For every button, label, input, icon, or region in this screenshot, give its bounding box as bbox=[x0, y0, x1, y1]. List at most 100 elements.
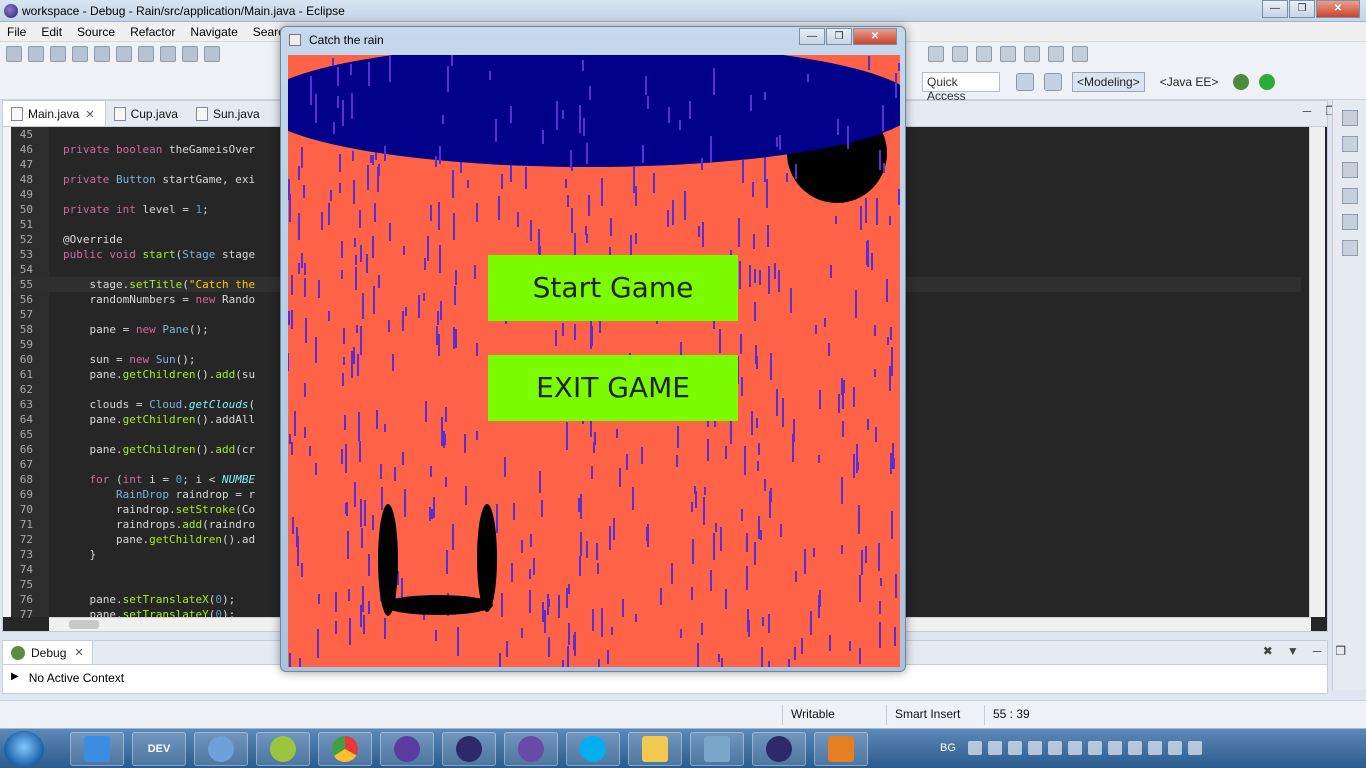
taskbar-app-1[interactable] bbox=[70, 732, 124, 766]
tab-debug[interactable]: Debug ✕ bbox=[3, 640, 93, 665]
line-number: 74 bbox=[19, 563, 33, 576]
back-icon[interactable] bbox=[1024, 46, 1040, 62]
perspective-java-ee[interactable]: <Java EE> bbox=[1155, 72, 1224, 92]
taskbar-app-12[interactable] bbox=[752, 732, 806, 766]
debug-context-row[interactable]: ▶ No Active Context bbox=[11, 671, 124, 685]
taskbar-app-7[interactable] bbox=[442, 732, 496, 766]
minimize-view-icon[interactable]: ─ bbox=[1303, 104, 1312, 118]
step-over-icon[interactable] bbox=[204, 46, 220, 62]
perspective-modeling[interactable]: <Modeling> bbox=[1072, 72, 1145, 92]
disconnect-icon[interactable] bbox=[160, 46, 176, 62]
game-canvas[interactable]: Start Game EXIT GAME bbox=[288, 55, 900, 667]
next-annotation-icon[interactable] bbox=[976, 46, 992, 62]
annotation-icon[interactable] bbox=[928, 46, 944, 62]
quick-access-field[interactable]: Quick Access bbox=[922, 72, 1000, 103]
start-button[interactable] bbox=[4, 731, 44, 767]
tray-icon[interactable] bbox=[987, 741, 1002, 755]
skip-breakpoints-icon[interactable] bbox=[72, 46, 88, 62]
tab-label: Debug bbox=[31, 645, 67, 660]
run-icon[interactable] bbox=[1259, 74, 1276, 90]
game-window-title: Catch the rain bbox=[309, 33, 384, 47]
start-game-button[interactable]: Start Game bbox=[488, 255, 738, 321]
volume-icon[interactable] bbox=[1187, 741, 1202, 755]
menu-source[interactable]: Source bbox=[70, 22, 123, 41]
language-indicator[interactable]: BG bbox=[940, 742, 956, 754]
close-button[interactable]: ✕ bbox=[1316, 0, 1360, 18]
tab-cup-java[interactable]: Cup.java bbox=[106, 101, 188, 127]
terminate-icon[interactable] bbox=[138, 46, 154, 62]
tray-icon[interactable] bbox=[1147, 741, 1162, 755]
tray-icon[interactable] bbox=[1007, 741, 1022, 755]
cup-bottom bbox=[383, 595, 493, 615]
tray-icon[interactable] bbox=[1047, 741, 1062, 755]
window-controls: — ❐ ✕ bbox=[1261, 0, 1360, 18]
tray-icon[interactable] bbox=[1067, 741, 1082, 755]
minimize-view-icon[interactable]: ─ bbox=[1313, 644, 1322, 658]
tray-icon[interactable] bbox=[1107, 741, 1122, 755]
taskbar-app-4[interactable] bbox=[256, 732, 310, 766]
close-button[interactable]: ✕ bbox=[853, 28, 897, 45]
toggle-icon[interactable] bbox=[952, 46, 968, 62]
suspend-icon[interactable] bbox=[116, 46, 132, 62]
maximize-button[interactable]: ❐ bbox=[826, 28, 852, 45]
line-number: 76 bbox=[19, 593, 33, 606]
network-icon[interactable] bbox=[1167, 741, 1182, 755]
restore-icon[interactable] bbox=[1341, 162, 1358, 178]
taskbar-app-10[interactable] bbox=[628, 732, 682, 766]
maximize-view-icon[interactable]: ❐ bbox=[1335, 644, 1346, 658]
minimize-button[interactable]: — bbox=[1262, 0, 1288, 18]
step-into-icon[interactable] bbox=[182, 46, 198, 62]
close-tab-icon[interactable]: ✕ bbox=[85, 108, 94, 121]
console-icon[interactable] bbox=[1341, 240, 1358, 256]
prev-annotation-icon[interactable] bbox=[1000, 46, 1016, 62]
line-number: 49 bbox=[19, 188, 33, 201]
status-writable: Writable bbox=[791, 707, 835, 721]
debug-run-icon[interactable] bbox=[1233, 74, 1250, 90]
exit-game-button[interactable]: EXIT GAME bbox=[488, 355, 738, 421]
taskbar-app-8[interactable] bbox=[504, 732, 558, 766]
taskbar-app-dev[interactable]: DEV bbox=[132, 732, 186, 766]
menu-file[interactable]: File bbox=[0, 22, 34, 41]
taskbar-app-3[interactable] bbox=[194, 732, 248, 766]
open-perspective-icon[interactable] bbox=[1016, 73, 1034, 91]
taskbar-app-5[interactable] bbox=[318, 732, 372, 766]
tray-icon[interactable] bbox=[1027, 741, 1042, 755]
restore-icon[interactable] bbox=[1341, 214, 1358, 230]
resume-icon[interactable] bbox=[94, 46, 110, 62]
scrollbar-thumb[interactable] bbox=[69, 620, 99, 629]
view-menu-icon[interactable]: ▼ bbox=[1287, 644, 1299, 658]
restore-icon[interactable] bbox=[1341, 110, 1358, 126]
tab-sun-java[interactable]: Sun.java bbox=[188, 101, 270, 127]
back-arrow-icon[interactable] bbox=[1048, 46, 1064, 62]
outline-icon[interactable] bbox=[1341, 136, 1358, 152]
tray-icon[interactable] bbox=[1127, 741, 1142, 755]
code-text: private int level = 1; bbox=[63, 203, 209, 216]
remove-terminated-icon[interactable]: ✖ bbox=[1263, 644, 1273, 658]
taskbar-app-9[interactable] bbox=[566, 732, 620, 766]
taskbar-app-11[interactable] bbox=[690, 732, 744, 766]
vertical-scrollbar[interactable] bbox=[1309, 127, 1325, 617]
taskbar-app-13[interactable] bbox=[814, 732, 868, 766]
new-icon[interactable] bbox=[6, 46, 22, 62]
forward-arrow-icon[interactable] bbox=[1072, 46, 1088, 62]
minimize-button[interactable]: — bbox=[799, 28, 825, 45]
menu-edit[interactable]: Edit bbox=[34, 22, 70, 41]
tray-icon[interactable] bbox=[967, 741, 982, 755]
tray-icon[interactable] bbox=[1087, 741, 1102, 755]
tab-main-java[interactable]: Main.java ✕ bbox=[3, 101, 106, 127]
save-all-icon[interactable] bbox=[50, 46, 66, 62]
line-number: 57 bbox=[19, 308, 33, 321]
close-tab-icon[interactable]: ✕ bbox=[74, 646, 83, 659]
menu-navigate[interactable]: Navigate bbox=[183, 22, 245, 41]
menu-refactor[interactable]: Refactor bbox=[123, 22, 183, 41]
expand-arrow-icon[interactable]: ▶ bbox=[11, 671, 19, 685]
task-list-icon[interactable] bbox=[1341, 188, 1358, 204]
taskbar-app-6[interactable] bbox=[380, 732, 434, 766]
java-perspective-icon[interactable] bbox=[1044, 73, 1062, 91]
code-text: sun = new Sun(); bbox=[63, 353, 196, 366]
maximize-button[interactable]: ❐ bbox=[1289, 0, 1315, 18]
save-icon[interactable] bbox=[28, 46, 44, 62]
